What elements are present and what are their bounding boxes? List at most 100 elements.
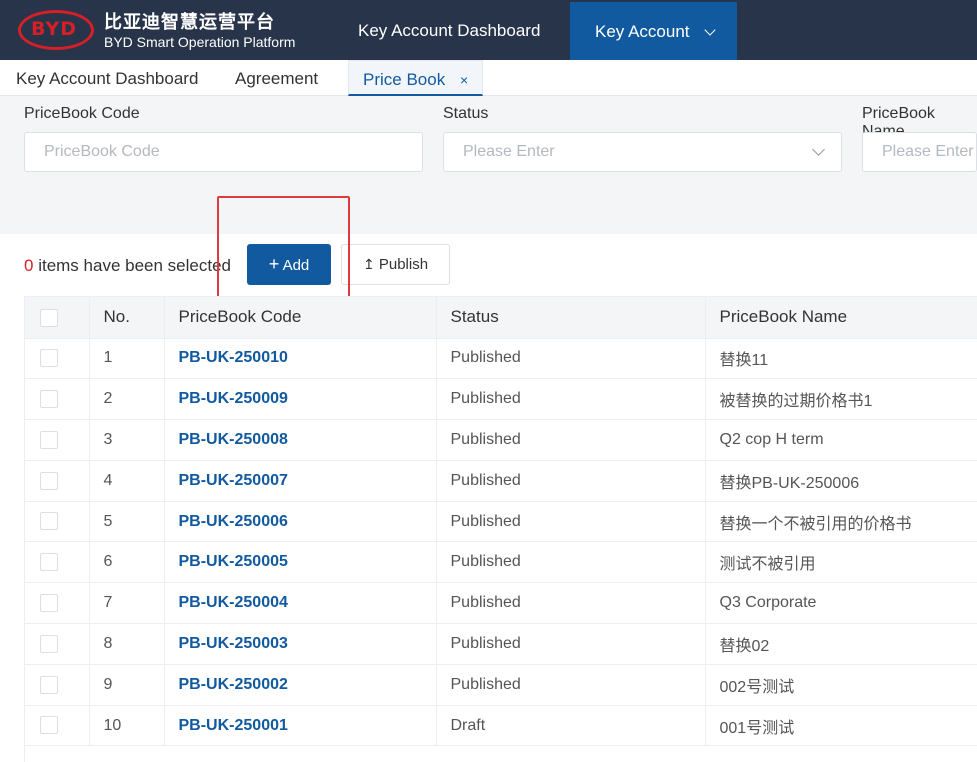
pricebook-name-input[interactable]: Please Enter xyxy=(862,132,977,172)
pricebook-code-link[interactable]: PB-UK-250008 xyxy=(164,419,437,461)
byd-logo-text: BYD xyxy=(31,18,77,40)
row-pricebook-name: 替换11 xyxy=(705,338,977,380)
table-row[interactable]: 6 PB-UK-250005 Published 测试不被引用 xyxy=(25,541,977,584)
close-icon[interactable]: × xyxy=(460,72,468,88)
selection-summary: 0 items have been selected xyxy=(24,256,231,276)
row-number: 9 xyxy=(89,664,165,706)
row-checkbox-cell xyxy=(25,705,90,747)
tab-agreement[interactable]: Agreement xyxy=(235,60,318,96)
row-checkbox-cell xyxy=(25,541,90,584)
table-row[interactable]: 10 PB-UK-250001 Draft 001号测试 xyxy=(25,705,977,747)
row-pricebook-name: 002号测试 xyxy=(705,664,977,706)
nav-key-account-label: Key Account xyxy=(595,22,690,41)
tab-key-account-dashboard[interactable]: Key Account Dashboard xyxy=(16,60,198,96)
row-checkbox[interactable] xyxy=(40,594,58,613)
nav-key-account-menu[interactable]: Key Account xyxy=(570,2,737,60)
row-checkbox-cell xyxy=(25,338,90,380)
row-status: Published xyxy=(436,378,706,421)
filter-label-code: PriceBook Code xyxy=(24,105,140,122)
tab-bar: Key Account Dashboard Agreement Price Bo… xyxy=(0,60,977,96)
nav-key-account-dashboard[interactable]: Key Account Dashboard xyxy=(338,0,560,60)
pricebook-code-link[interactable]: PB-UK-250002 xyxy=(164,664,437,706)
row-checkbox-cell xyxy=(25,460,90,502)
chevron-down-icon xyxy=(704,24,716,36)
row-checkbox-cell xyxy=(25,378,90,421)
row-status: Published xyxy=(436,338,706,380)
add-button-label: Add xyxy=(282,257,310,274)
row-checkbox[interactable] xyxy=(40,471,58,490)
row-status: Published xyxy=(436,460,706,502)
row-pricebook-name: 测试不被引用 xyxy=(705,541,977,584)
row-number: 1 xyxy=(89,338,165,380)
column-header-status[interactable]: Status xyxy=(436,297,706,339)
pricebook-code-link[interactable]: PB-UK-250005 xyxy=(164,541,437,584)
pricebook-table: No. PriceBook Code Status PriceBook Name… xyxy=(24,296,977,762)
table-row[interactable]: 4 PB-UK-250007 Published 替换PB-UK-250006 xyxy=(25,460,977,502)
table-row[interactable]: 8 PB-UK-250003 Published 替换02 xyxy=(25,623,977,665)
row-number: 3 xyxy=(89,419,165,461)
select-all-checkbox-cell xyxy=(25,297,90,339)
tab-price-book[interactable]: Price Book × xyxy=(348,60,484,96)
brand-title-en: BYD Smart Operation Platform xyxy=(104,34,296,50)
row-checkbox-cell xyxy=(25,501,90,543)
row-checkbox[interactable] xyxy=(40,675,58,694)
table-header-row: No. PriceBook Code Status PriceBook Name xyxy=(25,297,977,339)
pricebook-code-link[interactable]: PB-UK-250004 xyxy=(164,582,437,625)
pricebook-code-link[interactable]: PB-UK-250009 xyxy=(164,378,437,421)
row-checkbox[interactable] xyxy=(40,553,58,572)
row-pricebook-name: 001号测试 xyxy=(705,705,977,747)
row-status: Published xyxy=(436,582,706,625)
table-row[interactable]: 9 PB-UK-250002 Published 002号测试 xyxy=(25,664,977,706)
row-checkbox[interactable] xyxy=(40,716,58,735)
chevron-down-icon xyxy=(812,143,825,156)
row-checkbox[interactable] xyxy=(40,349,58,368)
row-checkbox[interactable] xyxy=(40,430,58,449)
row-number: 10 xyxy=(89,705,165,747)
status-select[interactable]: Please Enter xyxy=(443,132,842,172)
row-number: 2 xyxy=(89,378,165,421)
row-pricebook-name: 被替换的过期价格书1 xyxy=(705,378,977,421)
table-row[interactable]: 5 PB-UK-250006 Published 替换一个不被引用的价格书 xyxy=(25,501,977,543)
row-status: Draft xyxy=(436,705,706,747)
column-header-name[interactable]: PriceBook Name xyxy=(705,297,977,339)
row-pricebook-name: Q2 cop H term xyxy=(705,419,977,461)
pricebook-code-link[interactable]: PB-UK-250003 xyxy=(164,623,437,665)
pricebook-code-link[interactable]: PB-UK-250001 xyxy=(164,705,437,747)
select-all-checkbox[interactable] xyxy=(40,308,58,327)
plus-icon: + xyxy=(268,254,280,274)
table-row[interactable]: 3 PB-UK-250008 Published Q2 cop H term xyxy=(25,419,977,461)
column-header-no: No. xyxy=(89,297,165,339)
row-number: 8 xyxy=(89,623,165,665)
pricebook-code-link[interactable]: PB-UK-250007 xyxy=(164,460,437,502)
row-status: Published xyxy=(436,623,706,665)
pricebook-code-input[interactable]: PriceBook Code xyxy=(24,132,423,172)
add-button[interactable]: + Add xyxy=(247,244,331,285)
top-header: BYD 比亚迪智慧运营平台 BYD Smart Operation Platfo… xyxy=(0,0,977,60)
row-checkbox[interactable] xyxy=(40,390,58,409)
upload-icon: ↥ xyxy=(362,256,375,272)
row-checkbox[interactable] xyxy=(40,512,58,531)
pricebook-code-link[interactable]: PB-UK-250010 xyxy=(164,338,437,380)
filter-panel: PriceBook Code PriceBook Code Status Ple… xyxy=(0,96,977,234)
row-status: Published xyxy=(436,419,706,461)
filter-label-status: Status xyxy=(443,105,489,122)
table-row[interactable]: 7 PB-UK-250004 Published Q3 Corporate xyxy=(25,582,977,625)
row-number: 4 xyxy=(89,460,165,502)
row-checkbox-cell xyxy=(25,582,90,625)
row-pricebook-name: 替换一个不被引用的价格书 xyxy=(705,501,977,543)
row-pricebook-name: Q3 Corporate xyxy=(705,582,977,625)
table-row[interactable]: 2 PB-UK-250009 Published 被替换的过期价格书1 xyxy=(25,378,977,421)
row-status: Published xyxy=(436,541,706,584)
table-row[interactable]: 1 PB-UK-250010 Published 替换11 xyxy=(25,338,977,380)
status-select-placeholder: Please Enter xyxy=(463,143,555,160)
pricebook-code-link[interactable]: PB-UK-250006 xyxy=(164,501,437,543)
row-checkbox-cell xyxy=(25,664,90,706)
selection-text: items have been selected xyxy=(33,256,231,275)
row-status: Published xyxy=(436,664,706,706)
row-pricebook-name: 替换02 xyxy=(705,623,977,665)
tab-price-book-label: Price Book xyxy=(363,70,446,89)
publish-button[interactable]: ↥ Publish xyxy=(341,244,450,285)
column-header-code[interactable]: PriceBook Code xyxy=(164,297,437,339)
row-checkbox[interactable] xyxy=(40,634,58,653)
row-number: 5 xyxy=(89,501,165,543)
